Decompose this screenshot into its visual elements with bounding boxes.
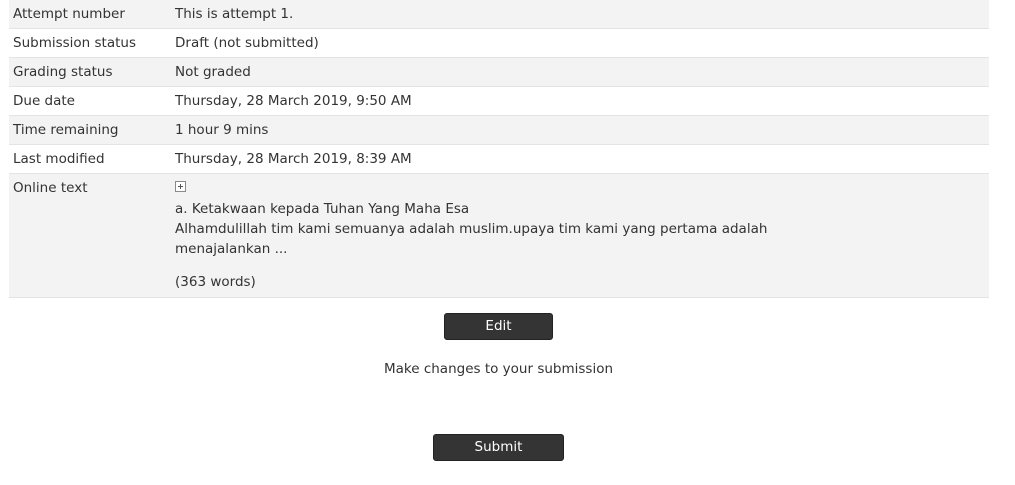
row-label: Due date xyxy=(9,86,171,116)
word-count: (363 words) xyxy=(175,274,256,290)
row-value: Not graded xyxy=(171,57,989,87)
online-text-line: a. Ketakwaan kepada Tuhan Yang Maha Esa xyxy=(175,201,470,217)
row-label: Time remaining xyxy=(9,115,171,145)
table-row: Submission status Draft (not submitted) xyxy=(9,28,989,58)
row-label: Last modified xyxy=(9,144,171,174)
online-text-content: a. Ketakwaan kepada Tuhan Yang Maha Esa … xyxy=(171,173,989,298)
edit-submission-help: Make changes to your submission xyxy=(383,361,614,377)
plus-square-icon[interactable] xyxy=(175,181,186,192)
row-value: Thursday, 28 March 2019, 8:39 AM xyxy=(171,144,989,174)
online-text-line: Alhamdulillah tim kami semuanya adalah m… xyxy=(175,221,768,237)
online-text-label: Online text xyxy=(9,173,171,298)
submit-assignment-button[interactable]: Submit assignment xyxy=(433,434,564,480)
table-row: Due date Thursday, 28 March 2019, 9:50 A… xyxy=(9,86,989,116)
row-value: Draft (not submitted) xyxy=(171,28,989,58)
table-row: Time remaining 1 hour 9 mins xyxy=(9,115,989,145)
row-label: Grading status xyxy=(9,57,171,87)
table-row: Attempt number This is attempt 1. xyxy=(9,0,989,29)
row-label: Submission status xyxy=(9,28,171,58)
row-value: 1 hour 9 mins xyxy=(171,115,989,145)
table-row: Grading status Not graded xyxy=(9,57,989,87)
table-row: Last modified Thursday, 28 March 2019, 8… xyxy=(9,144,989,174)
edit-submission-button[interactable]: Edit submission xyxy=(444,313,553,359)
online-text-line: menajalankan ... xyxy=(175,241,288,257)
online-text-row: Online text a. Ketakwaan kepada Tuhan Ya… xyxy=(9,173,989,298)
submission-status-table: Attempt number This is attempt 1. Submis… xyxy=(9,0,989,298)
row-value: Thursday, 28 March 2019, 9:50 AM xyxy=(171,86,989,116)
row-value: This is attempt 1. xyxy=(171,0,989,29)
row-label: Attempt number xyxy=(9,0,171,29)
